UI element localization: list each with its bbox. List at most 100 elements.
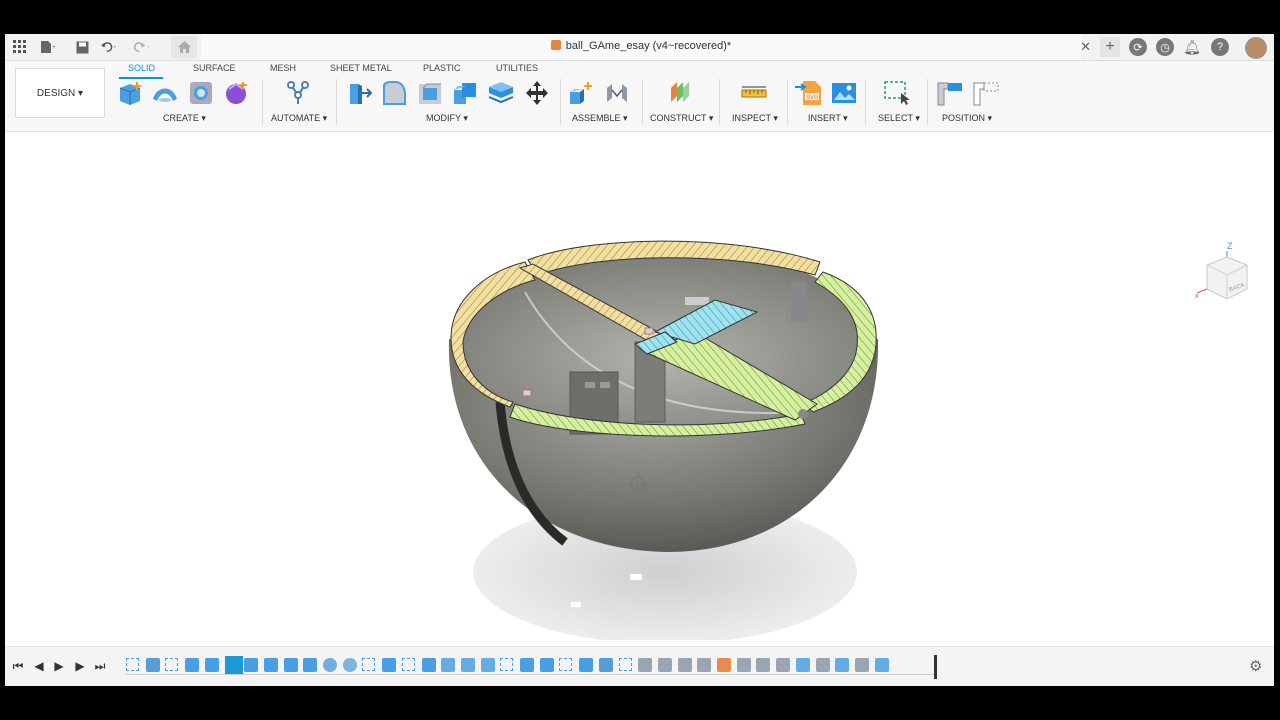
timeline-feature-sketch-icon[interactable] <box>559 658 573 671</box>
select-menu[interactable]: SELECT ▾ <box>878 113 920 124</box>
timeline-settings-icon[interactable]: ⚙ <box>1249 657 1262 675</box>
form-icon[interactable] <box>222 79 250 107</box>
fillet-icon[interactable] <box>380 79 408 107</box>
workspace-switcher[interactable]: DESIGN ▾ <box>15 68 105 118</box>
select-box-icon[interactable] <box>882 79 910 107</box>
redo-icon[interactable] <box>133 38 151 56</box>
home-icon[interactable] <box>171 36 197 58</box>
timeline-feature-pin-icon[interactable] <box>717 658 731 672</box>
timeline-feature-joint-icon[interactable] <box>756 658 771 672</box>
construct-menu[interactable]: CONSTRUCT ▾ <box>650 113 713 124</box>
timeline-feature-sel-icon[interactable] <box>224 656 243 674</box>
close-tab-icon[interactable]: ✕ <box>1080 39 1091 55</box>
new-component-assemble-icon[interactable] <box>567 79 595 107</box>
timeline-feature-sketch-icon[interactable] <box>618 658 632 671</box>
timeline-feature-body-icon[interactable] <box>382 658 397 672</box>
combine-icon[interactable] <box>452 79 480 107</box>
timeline-feature-body-icon[interactable] <box>579 658 594 672</box>
extensions-icon[interactable]: ⟳ <box>1129 38 1147 56</box>
timeline-feature-plane-icon[interactable] <box>874 658 889 672</box>
timeline-feature-body-icon[interactable] <box>283 658 298 672</box>
offset-plane-icon[interactable] <box>666 79 694 107</box>
tab-mesh[interactable]: MESH <box>270 63 296 73</box>
timeline-feature-sketch-icon[interactable] <box>362 658 376 671</box>
timeline-feature-sketch-icon[interactable] <box>165 658 179 671</box>
timeline-feature-sketch-icon[interactable] <box>401 658 415 671</box>
automate-menu[interactable]: AUTOMATE ▾ <box>271 113 327 124</box>
automate-icon[interactable] <box>284 79 312 107</box>
timeline-feature-revolve-icon[interactable] <box>323 658 337 672</box>
timeline-feature-sketch-icon[interactable] <box>500 658 514 671</box>
timeline-feature-fillet-icon[interactable] <box>342 658 357 672</box>
new-component-icon[interactable] <box>116 79 144 107</box>
timeline-feature-extrude-icon[interactable] <box>145 658 160 672</box>
timeline-feature-joint-icon[interactable] <box>697 658 712 672</box>
save-icon[interactable] <box>73 38 91 56</box>
timeline-feature-mirror-icon[interactable] <box>441 658 456 672</box>
tab-plastic[interactable]: PLASTIC <box>423 63 461 73</box>
assemble-menu[interactable]: ASSEMBLE ▾ <box>572 113 628 124</box>
step-forward-icon[interactable]: ▶︎ <box>73 658 87 674</box>
timeline-feature-body-icon[interactable] <box>303 658 318 672</box>
timeline-feature-sketch-icon[interactable] <box>126 658 139 671</box>
position-menu[interactable]: POSITION ▾ <box>942 113 992 124</box>
insert-svg-icon[interactable]: SVG <box>795 79 823 107</box>
inspect-menu[interactable]: INSPECT ▾ <box>732 113 778 124</box>
apps-grid-icon[interactable] <box>11 38 29 56</box>
timeline-feature-mirror-icon[interactable] <box>460 658 475 672</box>
timeline-feature-body-icon[interactable] <box>421 658 436 672</box>
timeline-feature-plane-icon[interactable] <box>835 658 850 672</box>
insert-menu[interactable]: INSERT ▾ <box>808 113 848 124</box>
undo-icon[interactable] <box>101 38 119 56</box>
move-copy-icon[interactable] <box>523 79 551 107</box>
timeline-feature-joint-icon[interactable] <box>736 658 751 672</box>
timeline-feature-joint-icon[interactable] <box>776 658 791 672</box>
timeline-feature-body-icon[interactable] <box>244 658 259 672</box>
press-pull-icon[interactable] <box>345 79 373 107</box>
modify-menu[interactable]: MODIFY ▾ <box>426 113 468 124</box>
file-icon[interactable] <box>39 38 57 56</box>
timeline-feature-joint-icon[interactable] <box>677 658 692 672</box>
go-to-end-icon[interactable]: ⏭︎ <box>93 658 107 674</box>
timeline-feature-joint-icon[interactable] <box>657 658 672 672</box>
hole-icon[interactable] <box>187 79 215 107</box>
timeline-feature-body-icon[interactable] <box>520 658 534 672</box>
viewcube[interactable]: Z BACK x <box>1195 237 1255 307</box>
tab-utilities[interactable]: UTILITIES <box>496 63 538 73</box>
timeline-marker[interactable] <box>934 655 937 679</box>
model-canvas[interactable] <box>5 132 1274 644</box>
document-tab[interactable]: ball_GAme_esay (v4~recovered)* ✕ <box>201 34 1091 60</box>
timeline-feature-joint-icon[interactable] <box>815 658 830 672</box>
help-icon[interactable]: ? <box>1211 38 1229 56</box>
timeline-feature-body-icon[interactable] <box>204 658 219 672</box>
capture-position-icon[interactable] <box>936 79 964 107</box>
joint-icon[interactable] <box>603 79 631 107</box>
user-avatar[interactable] <box>1245 37 1267 59</box>
measure-icon[interactable] <box>740 79 768 107</box>
go-to-start-icon[interactable]: ⏮︎ <box>11 658 25 674</box>
timeline-feature-plane-icon[interactable] <box>795 658 810 672</box>
job-status-icon[interactable]: ◷ <box>1156 38 1174 56</box>
extrude-icon[interactable] <box>151 79 179 107</box>
timeline-feature-combine-icon[interactable] <box>598 658 613 672</box>
timeline-feature-joint-icon[interactable] <box>638 658 653 672</box>
3d-viewport[interactable]: Z BACK x <box>5 132 1274 644</box>
internal-clip[interactable] <box>791 282 807 322</box>
play-icon[interactable]: ▶︎ <box>52 658 66 674</box>
shell-icon[interactable] <box>416 79 444 107</box>
timeline-feature-body-icon[interactable] <box>263 658 278 672</box>
offset-face-icon[interactable] <box>487 79 515 107</box>
timeline-feature-body-icon[interactable] <box>539 658 554 672</box>
new-tab-icon[interactable]: + <box>1100 37 1120 57</box>
step-back-icon[interactable]: ◀︎ <box>32 658 46 674</box>
notifications-icon[interactable]: 🔔︎ <box>1183 38 1201 56</box>
timeline-feature-body-icon[interactable] <box>185 658 200 672</box>
tab-solid[interactable]: SOLID <box>128 63 155 73</box>
timeline-feature-mirror-icon[interactable] <box>480 658 495 672</box>
tab-sheet-metal[interactable]: SHEET METAL <box>330 63 392 73</box>
revert-position-icon[interactable] <box>972 79 1000 107</box>
insert-canvas-icon[interactable] <box>830 79 858 107</box>
tab-surface[interactable]: SURFACE <box>193 63 236 73</box>
timeline-feature-joint-icon[interactable] <box>854 658 869 672</box>
create-menu[interactable]: CREATE ▾ <box>163 113 206 124</box>
